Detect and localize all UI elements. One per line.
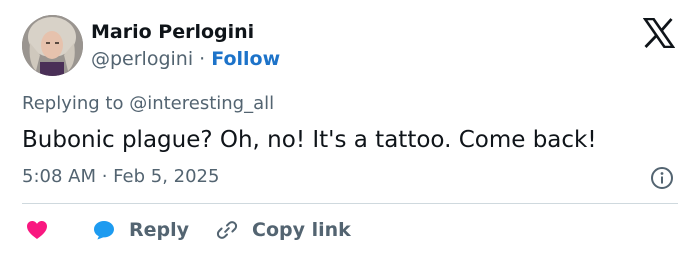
author-handle-row: @perlogini · Follow [91, 47, 280, 71]
link-icon [216, 221, 238, 239]
reply-label: Reply [129, 219, 190, 241]
tweet-embed-card: Mario Perlogini @perlogini · Follow Repl… [0, 0, 700, 256]
handle-separator: · [193, 48, 212, 70]
tweet-timestamp[interactable]: 5:08 AM · Feb 5, 2025 [22, 166, 219, 188]
copy-link-button[interactable]: Copy link [216, 216, 351, 244]
replying-mention-link[interactable]: @interesting_all [129, 93, 274, 114]
copy-link-label: Copy link [252, 219, 351, 241]
x-logo-icon[interactable] [642, 17, 676, 49]
like-heart-icon[interactable] [26, 220, 48, 240]
replying-prefix: Replying to [22, 93, 130, 114]
author-handle[interactable]: @perlogini [91, 48, 193, 70]
info-icon[interactable] [650, 166, 674, 190]
speech-bubble-icon [94, 221, 114, 240]
follow-button[interactable]: Follow [211, 48, 280, 70]
tweet-text: Bubonic plague? Oh, no! It's a tattoo. C… [22, 127, 597, 153]
replying-to: Replying to @interesting_all [22, 93, 274, 115]
author-name[interactable]: Mario Perlogini [91, 20, 254, 44]
divider [22, 203, 678, 204]
reply-button[interactable]: Reply [93, 216, 189, 244]
avatar[interactable] [22, 15, 83, 76]
action-bar: Reply Copy link [0, 214, 700, 244]
